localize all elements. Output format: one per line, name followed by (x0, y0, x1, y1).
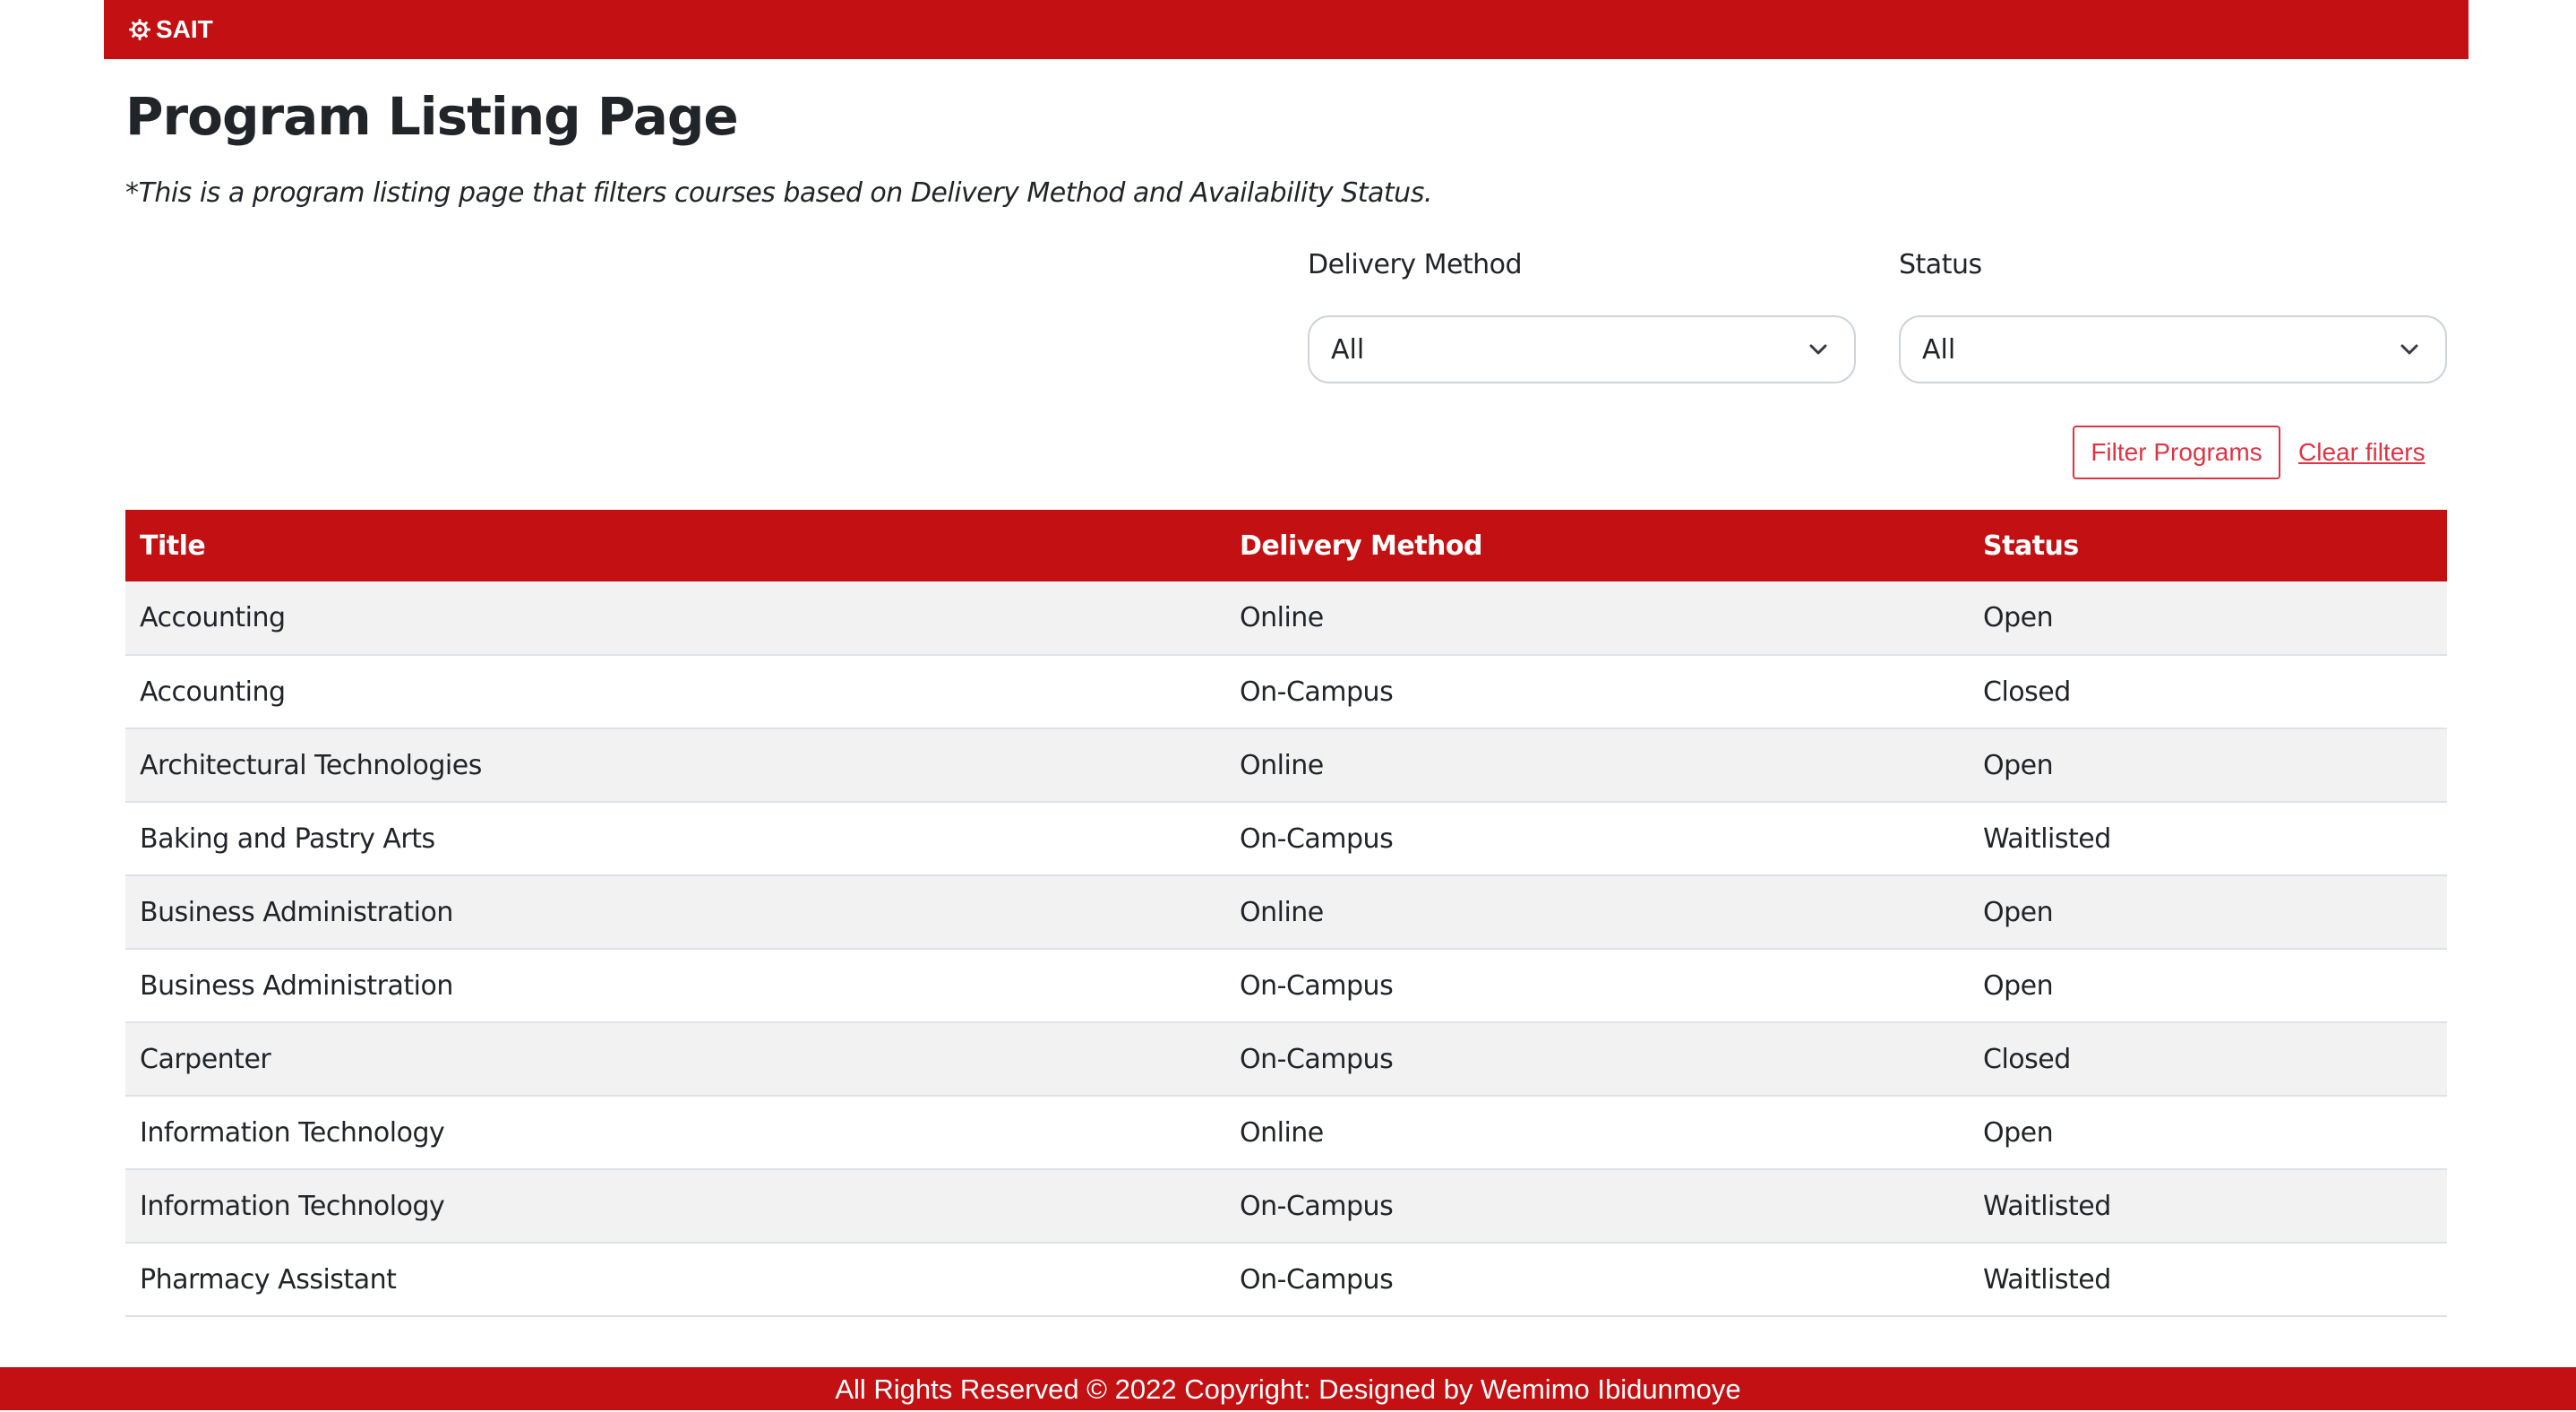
cell-title: Business Administration (125, 875, 1225, 950)
programs-table: Title Delivery Method Status Accounting … (125, 510, 2447, 1317)
cell-delivery-method: Online (1225, 1096, 1969, 1170)
gear-icon (129, 19, 150, 40)
cell-status: Waitlisted (1969, 1243, 2447, 1317)
table-row: Information Technology On-Campus Waitlis… (125, 1169, 2447, 1244)
cell-delivery-method: Online (1225, 581, 1969, 656)
status-label: Status (1899, 249, 1982, 280)
cell-delivery-method: On-Campus (1225, 655, 1969, 729)
cell-delivery-method: On-Campus (1225, 1243, 1969, 1317)
table-row: Accounting Online Open (125, 581, 2447, 656)
chevron-down-icon (1807, 339, 1829, 364)
table-row: Accounting On-Campus Closed (125, 655, 2447, 729)
table-row: Information Technology Online Open (125, 1096, 2447, 1170)
status-filter: Status All (1899, 245, 2447, 383)
cell-title: Accounting (125, 581, 1225, 656)
cell-title: Information Technology (125, 1096, 1225, 1170)
cell-delivery-method: On-Campus (1225, 1169, 1969, 1244)
cell-delivery-method: Online (1225, 728, 1969, 803)
cell-title: Baking and Pastry Arts (125, 802, 1225, 876)
page-title: Program Listing Page (125, 86, 739, 147)
cell-title: Architectural Technologies (125, 728, 1225, 803)
delivery-method-label: Delivery Method (1308, 249, 1523, 280)
cell-status: Closed (1969, 655, 2447, 729)
status-select[interactable]: All (1899, 315, 2447, 383)
footer-copyright: All Rights Reserved © 2022 Copyright: De… (835, 1373, 1741, 1405)
cell-status: Open (1969, 1096, 2447, 1170)
cell-title: Accounting (125, 655, 1225, 729)
cell-status: Open (1969, 875, 2447, 950)
cell-status: Waitlisted (1969, 802, 2447, 876)
cell-title: Information Technology (125, 1169, 1225, 1244)
table-header-row: Title Delivery Method Status (125, 510, 2447, 581)
status-value: All (1922, 333, 1956, 366)
chevron-down-icon (2399, 339, 2420, 364)
filter-programs-button[interactable]: Filter Programs (2073, 426, 2280, 479)
brand-name: SAIT (156, 15, 213, 43)
column-header-delivery-method: Delivery Method (1225, 510, 1969, 581)
cell-status: Open (1969, 581, 2447, 656)
cell-status: Waitlisted (1969, 1169, 2447, 1244)
column-header-status: Status (1969, 510, 2447, 581)
delivery-method-value: All (1331, 333, 1365, 366)
cell-delivery-method: On-Campus (1225, 949, 1969, 1023)
cell-title: Carpenter (125, 1022, 1225, 1097)
table-row: Baking and Pastry Arts On-Campus Waitlis… (125, 802, 2447, 876)
top-navbar: SAIT (104, 0, 2469, 59)
cell-status: Open (1969, 728, 2447, 803)
cell-title: Pharmacy Assistant (125, 1243, 1225, 1317)
table-row: Pharmacy Assistant On-Campus Waitlisted (125, 1243, 2447, 1317)
delivery-method-select[interactable]: All (1308, 315, 1856, 383)
cell-status: Closed (1969, 1022, 2447, 1097)
cell-delivery-method: On-Campus (1225, 802, 1969, 876)
table-row: Business Administration On-Campus Open (125, 949, 2447, 1023)
table-row: Architectural Technologies Online Open (125, 728, 2447, 803)
column-header-title: Title (125, 510, 1225, 581)
footer: All Rights Reserved © 2022 Copyright: De… (0, 1367, 2576, 1410)
cell-title: Business Administration (125, 949, 1225, 1023)
table-row: Business Administration Online Open (125, 875, 2447, 950)
cell-delivery-method: Online (1225, 875, 1969, 950)
table-row: Carpenter On-Campus Closed (125, 1022, 2447, 1097)
page-subtitle: *This is a program listing page that fil… (125, 177, 1432, 209)
clear-filters-link[interactable]: Clear filters (2298, 435, 2426, 470)
cell-delivery-method: On-Campus (1225, 1022, 1969, 1097)
brand-logo[interactable]: SAIT (129, 0, 213, 59)
delivery-method-filter: Delivery Method All (1308, 245, 1856, 383)
cell-status: Open (1969, 949, 2447, 1023)
